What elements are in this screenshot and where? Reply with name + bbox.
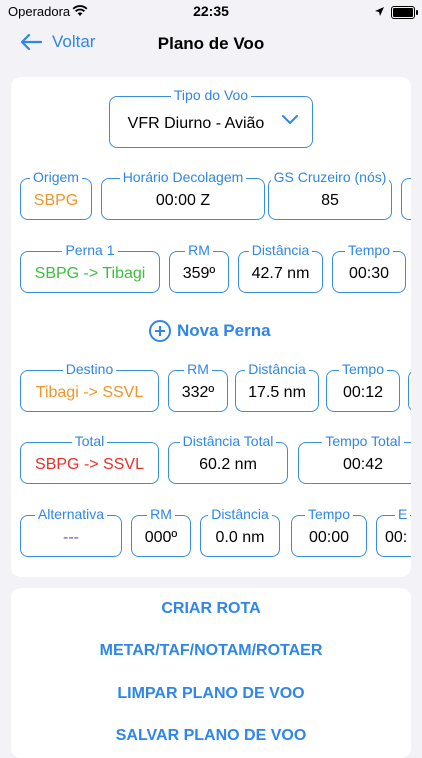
total-time-value: 00:42 — [342, 456, 384, 473]
destination-route-field[interactable]: Destino Tibagi -> SSVL — [20, 361, 159, 412]
destination-rm-field[interactable]: RM 332º — [168, 361, 228, 412]
leg1-route-label: Perna 1 — [62, 242, 118, 258]
actions-card: CRIAR ROTA METAR/TAF/NOTAM/ROTAER LIMPAR… — [11, 588, 411, 758]
cut-off-field[interactable] — [401, 178, 411, 220]
total-time-label: Tempo Total — [322, 433, 404, 449]
leg1-rm-value: 359º — [182, 265, 216, 282]
alternate-rm-value: 000º — [144, 529, 178, 546]
alternate-route-value: --- — [63, 529, 79, 546]
origin-value: SBPG — [33, 192, 79, 209]
total-distance-field[interactable]: Distância Total 60.2 nm — [168, 433, 288, 484]
leg1-distance-field[interactable]: Distância 42.7 nm — [238, 242, 323, 293]
destination-distance-field[interactable]: Distância 17.5 nm — [235, 361, 319, 412]
destination-route-value: Tibagi -> SSVL — [35, 384, 144, 401]
leg1-route-field[interactable]: Perna 1 SBPG -> Tibagi — [20, 242, 160, 293]
alternate-rm-label: RM — [147, 506, 175, 522]
alternate-extra-label: E — [395, 506, 411, 522]
leg1-rm-field[interactable]: RM 359º — [169, 242, 229, 293]
total-distance-label: Distância Total — [179, 433, 277, 449]
flight-type-value: VFR Diurno - Avião — [127, 115, 265, 132]
origin-field[interactable]: Origem SBPG — [20, 169, 92, 220]
total-distance-value: 60.2 nm — [199, 456, 257, 473]
alternate-route-field[interactable]: Alternativa --- — [20, 506, 122, 557]
alternate-rm-field[interactable]: RM 000º — [131, 506, 191, 557]
status-bar: Operadora 22:35 — [0, 0, 422, 24]
add-leg-button[interactable]: Nova Perna — [149, 320, 271, 342]
leg1-distance-value: 42.7 nm — [251, 265, 310, 282]
alternate-time-field[interactable]: Tempo 00:00 — [291, 506, 367, 557]
destination-time-field[interactable]: Tempo 00:12 — [326, 361, 400, 412]
alternate-time-label: Tempo — [304, 506, 354, 522]
total-route-value: SBPG -> SSVL — [35, 456, 144, 473]
alternate-extra-value: 00: — [385, 529, 408, 546]
alternate-time-value: 00:00 — [308, 529, 350, 546]
create-route-button[interactable]: CRIAR ROTA — [11, 600, 411, 618]
destination-time-label: Tempo — [338, 361, 388, 377]
alternate-distance-value: 0.0 nm — [215, 529, 265, 546]
leg1-time-value: 00:30 — [348, 265, 390, 282]
add-leg-label: Nova Perna — [177, 321, 271, 340]
flight-type-select[interactable]: Tipo do Voo VFR Diurno - Avião — [109, 87, 313, 148]
navigation-bar: Voltar Plano de Voo — [0, 24, 422, 68]
takeoff-time-value: 00:00 Z — [155, 192, 211, 209]
gs-cruise-value: 85 — [321, 192, 339, 209]
takeoff-time-field[interactable]: Horário Decolagem 00:00 Z — [101, 169, 265, 220]
weather-info-button[interactable]: METAR/TAF/NOTAM/ROTAER — [11, 642, 411, 660]
clear-plan-button[interactable]: LIMPAR PLANO DE VOO — [11, 685, 411, 703]
leg1-route-value: SBPG -> Tibagi — [34, 265, 146, 282]
destination-time-value: 00:12 — [342, 384, 384, 401]
takeoff-time-label: Horário Decolagem — [119, 169, 247, 185]
leg1-time-label: Tempo — [344, 242, 394, 258]
origin-label: Origem — [30, 169, 82, 185]
destination-route-label: Destino — [62, 361, 117, 377]
total-route-label: Total — [71, 433, 108, 449]
save-plan-button[interactable]: SALVAR PLANO DE VOO — [11, 727, 411, 745]
gs-cruise-label: GS Cruzeiro (nós) — [270, 169, 390, 185]
flight-type-label: Tipo do Voo — [170, 87, 252, 103]
page-title: Plano de Voo — [157, 34, 265, 53]
gs-cruise-field[interactable]: GS Cruzeiro (nós) 85 — [268, 169, 392, 220]
total-route-field[interactable]: Total SBPG -> SSVL — [20, 433, 159, 484]
leg1-distance-label: Distância — [248, 242, 313, 258]
cut-off-field[interactable] — [408, 370, 411, 412]
plus-circle-icon — [149, 320, 171, 342]
alternate-distance-field[interactable]: Distância 0.0 nm — [200, 506, 280, 557]
chevron-down-icon — [282, 115, 298, 124]
alternate-distance-label: Distância — [208, 506, 272, 522]
destination-rm-label: RM — [184, 361, 212, 377]
destination-distance-label: Distância — [245, 361, 309, 377]
battery-icon — [391, 6, 418, 19]
flight-plan-card: Tipo do Voo VFR Diurno - Avião Origem SB… — [11, 77, 411, 577]
destination-rm-value: 332º — [181, 384, 215, 401]
leg1-time-field[interactable]: Tempo 00:30 — [332, 242, 406, 293]
alternate-extra-field[interactable]: E 00: — [376, 506, 411, 557]
location-arrow-icon — [375, 7, 384, 16]
destination-distance-value: 17.5 nm — [248, 384, 306, 401]
clock: 22:35 — [193, 3, 229, 19]
alternate-route-label: Alternativa — [34, 506, 108, 522]
leg1-rm-label: RM — [185, 242, 213, 258]
total-time-field[interactable]: Tempo Total 00:42 — [298, 433, 411, 484]
